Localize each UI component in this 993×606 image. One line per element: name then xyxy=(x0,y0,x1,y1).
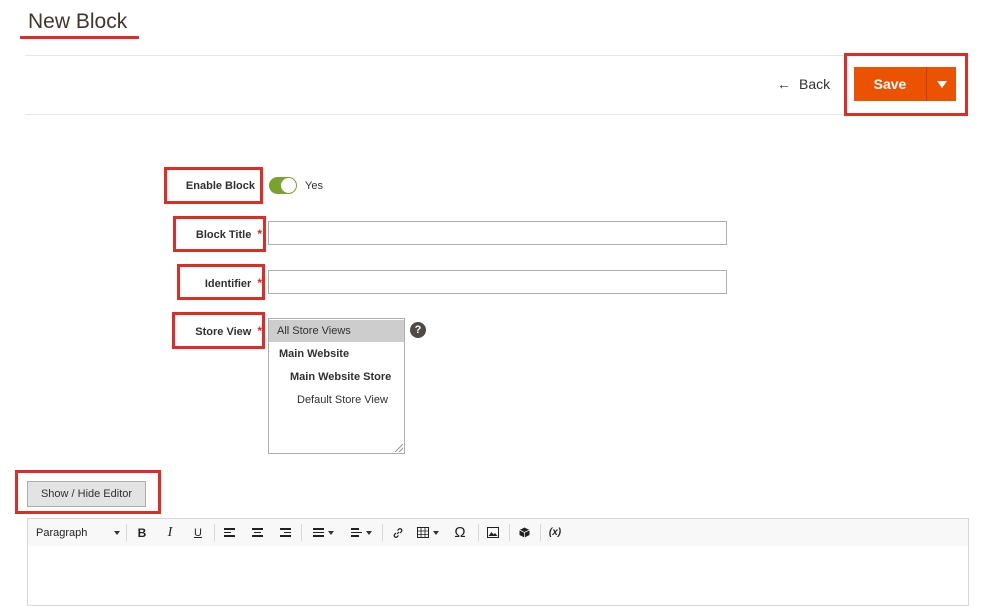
toolbar-separator xyxy=(478,524,479,541)
highlight-box-store-view xyxy=(172,312,265,349)
underline-button[interactable]: U xyxy=(188,519,208,546)
arrow-left-icon: ← xyxy=(777,76,791,92)
bullet-list-icon[interactable] xyxy=(306,519,340,546)
editor-toolbar: Paragraph B I U Ω (x) xyxy=(27,518,969,547)
numbered-list-icon[interactable] xyxy=(344,519,378,546)
title-highlight-underline xyxy=(20,36,139,39)
store-view-option[interactable]: Default Store View xyxy=(269,389,404,411)
header-divider-top xyxy=(25,55,968,56)
highlight-box-title xyxy=(173,216,266,252)
block-title-input[interactable] xyxy=(268,221,727,245)
enable-block-state: Yes xyxy=(305,180,323,192)
highlight-box-enable xyxy=(164,167,263,204)
header-divider-bottom xyxy=(25,114,968,115)
align-center-icon[interactable] xyxy=(247,519,267,546)
insert-widget-icon[interactable] xyxy=(514,519,534,546)
back-button[interactable]: ← Back xyxy=(777,76,830,92)
special-character-icon[interactable]: Ω xyxy=(450,519,470,546)
toggle-knob xyxy=(281,178,296,193)
highlight-box-save xyxy=(844,53,968,116)
toolbar-separator xyxy=(382,524,383,541)
italic-button[interactable]: I xyxy=(160,519,180,546)
insert-variable-icon[interactable]: (x) xyxy=(544,519,566,546)
link-icon[interactable] xyxy=(388,519,408,546)
identifier-input[interactable] xyxy=(268,270,727,294)
toolbar-separator xyxy=(301,524,302,541)
insert-image-icon[interactable] xyxy=(483,519,503,546)
help-icon[interactable]: ? xyxy=(410,322,426,338)
toolbar-separator xyxy=(509,524,510,541)
editor-content-area[interactable] xyxy=(27,546,969,606)
bold-button[interactable]: B xyxy=(132,519,152,546)
caret-down-icon xyxy=(114,530,120,535)
toolbar-separator xyxy=(214,524,215,541)
toolbar-separator xyxy=(540,524,541,541)
align-left-icon[interactable] xyxy=(219,519,239,546)
page-title: New Block xyxy=(28,10,128,33)
enable-block-toggle[interactable] xyxy=(269,177,297,194)
store-view-multiselect[interactable]: All Store Views Main Website Main Websit… xyxy=(268,318,405,454)
resize-handle[interactable] xyxy=(395,444,403,452)
back-label: Back xyxy=(799,76,831,92)
table-icon[interactable] xyxy=(414,519,442,546)
store-view-option[interactable]: Main Website Store xyxy=(269,366,404,388)
highlight-box-identifier xyxy=(177,264,265,300)
toolbar-separator xyxy=(126,524,127,541)
format-select[interactable]: Paragraph xyxy=(36,519,120,546)
highlight-box-editor-toggle xyxy=(15,470,161,514)
align-right-icon[interactable] xyxy=(275,519,295,546)
store-view-option[interactable]: All Store Views xyxy=(269,320,404,342)
store-view-option[interactable]: Main Website xyxy=(269,343,404,365)
